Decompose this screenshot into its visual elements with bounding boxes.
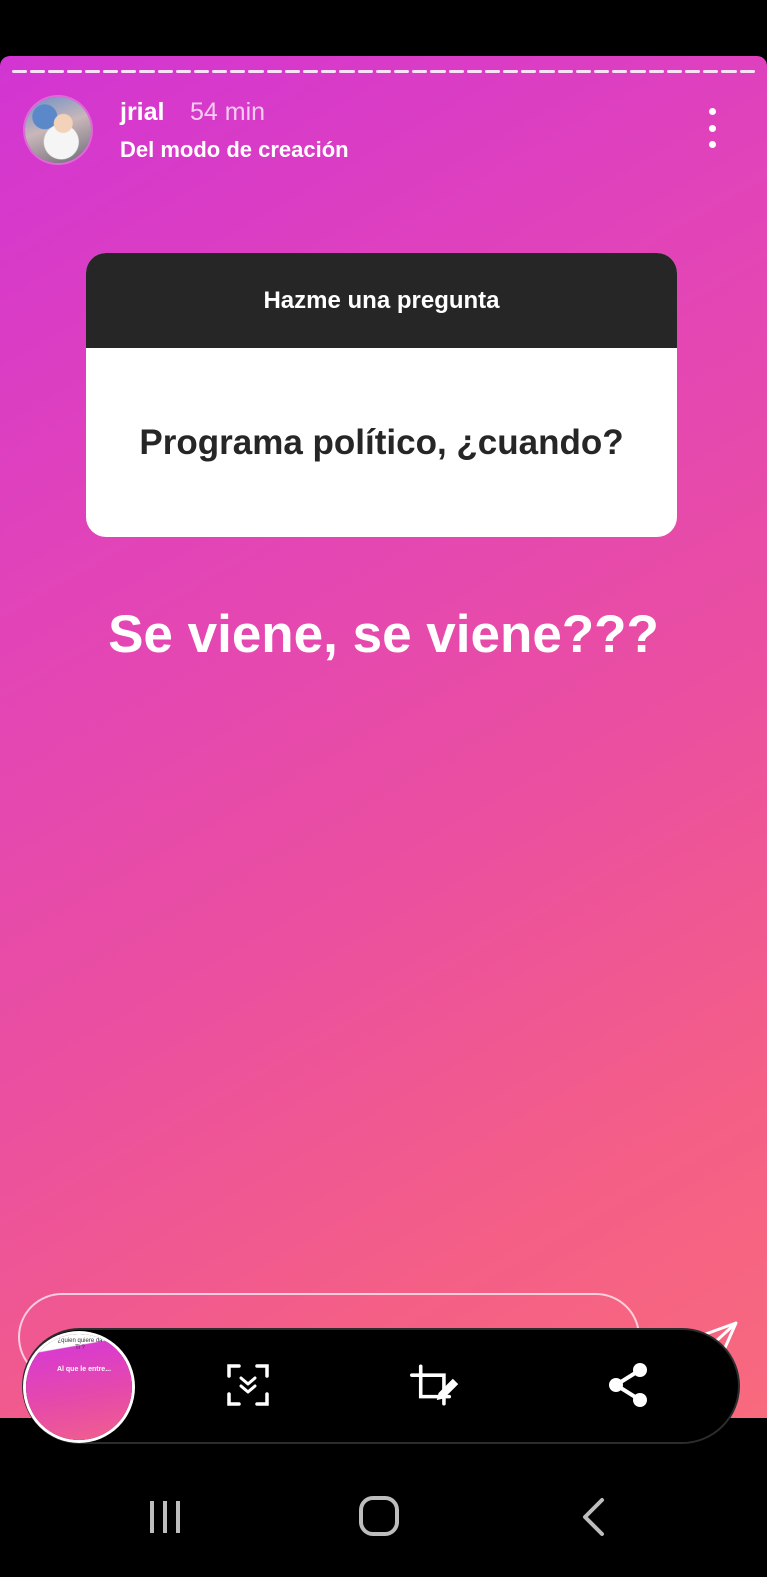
story-segment <box>12 70 28 73</box>
story-segment <box>266 70 282 73</box>
story-segment <box>612 70 628 73</box>
story-segment <box>339 70 355 73</box>
story-segment <box>102 70 119 73</box>
story-segment <box>66 70 82 73</box>
story-segment <box>157 70 173 73</box>
story-segment <box>321 70 337 73</box>
more-options-icon[interactable] <box>700 108 724 148</box>
story-segment <box>121 70 137 73</box>
story-segment <box>139 70 155 73</box>
story-segment <box>193 70 210 73</box>
story-progress-bar <box>12 70 755 74</box>
story-segment <box>30 70 46 73</box>
story-segment <box>684 70 701 73</box>
story-segment <box>84 70 100 73</box>
back-icon[interactable] <box>580 1497 606 1537</box>
story-segment <box>284 70 300 73</box>
story-segment <box>557 70 573 73</box>
story-segment <box>430 70 446 73</box>
story-segment <box>484 70 501 73</box>
system-navbar <box>0 1445 767 1577</box>
story-segment <box>448 70 464 73</box>
question-sticker-text: Programa político, ¿cuando? <box>139 423 624 462</box>
question-sticker-header: Hazme una pregunta <box>86 253 677 348</box>
crop-edit-icon[interactable] <box>410 1360 460 1410</box>
story-segment <box>175 70 191 73</box>
story-segment <box>666 70 682 73</box>
story-segment <box>48 70 64 73</box>
home-icon[interactable] <box>358 1495 400 1537</box>
share-icon[interactable] <box>604 1360 654 1410</box>
username[interactable]: jrial <box>120 98 164 127</box>
story-segment <box>648 70 664 73</box>
story-segment <box>230 70 246 73</box>
thumbnail-question-text: ¿quien quiere da Ti ? <box>57 1338 103 1351</box>
story-segment <box>721 70 737 73</box>
story-segment <box>503 70 519 73</box>
story-view[interactable]: jrial 54 min Del modo de creación Hazme … <box>0 56 767 1418</box>
story-segment <box>630 70 646 73</box>
story-segment <box>539 70 555 73</box>
avatar[interactable] <box>25 97 91 163</box>
story-segment <box>357 70 373 73</box>
story-segment <box>303 70 319 73</box>
screenshot-thumbnail[interactable]: ¿quien quiere da Ti ? Al que le entre... <box>26 1334 132 1440</box>
post-time: 54 min <box>190 98 266 126</box>
story-segment <box>466 70 482 73</box>
story-subtitle: Del modo de creación <box>120 137 349 162</box>
recent-apps-icon[interactable] <box>148 1499 182 1535</box>
story-segment <box>212 70 228 73</box>
story-segment <box>521 70 537 73</box>
scan-icon[interactable] <box>223 1360 273 1410</box>
story-segment <box>412 70 428 73</box>
story-segment <box>575 70 591 73</box>
story-segment <box>393 70 410 73</box>
thumbnail-answer-text: Al que le entre... <box>56 1366 112 1373</box>
story-segment <box>248 70 264 73</box>
story-segment <box>375 70 391 73</box>
story-segment <box>703 70 719 73</box>
story-caption: Se viene, se viene??? <box>108 605 659 664</box>
question-sticker: Hazme una pregunta Programa político, ¿c… <box>86 253 677 537</box>
story-segment <box>594 70 610 73</box>
story-segment <box>739 70 755 73</box>
